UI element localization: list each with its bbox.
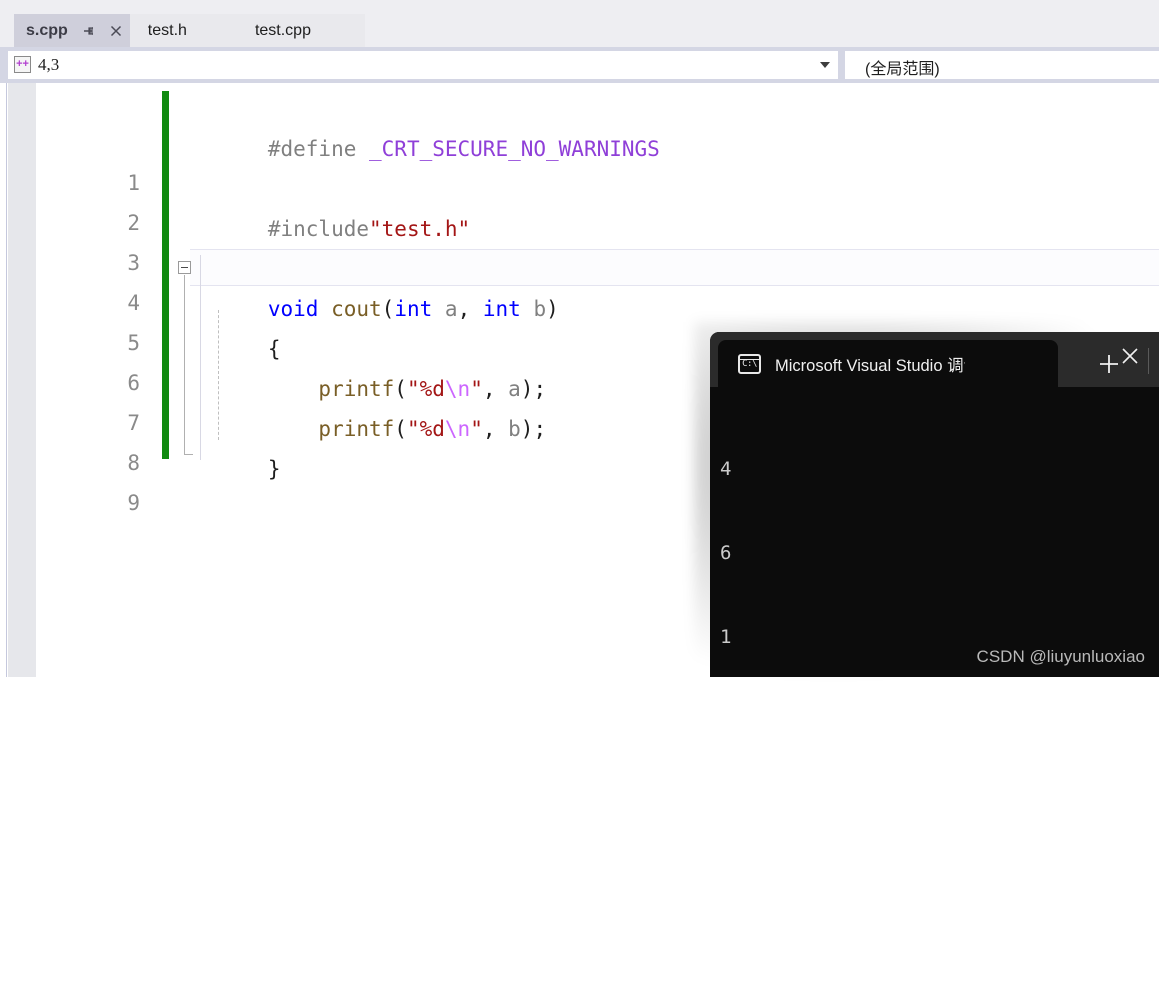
code-line-7: printf("%d\n", a); bbox=[192, 329, 546, 401]
scope-selector[interactable]: ++ 4,3 bbox=[8, 51, 838, 79]
line-number: 7 bbox=[127, 411, 140, 435]
chevron-down-icon[interactable] bbox=[820, 62, 830, 68]
comma: , bbox=[482, 417, 509, 441]
escape-sequence: \n bbox=[444, 417, 471, 441]
cmd-icon: C:\ bbox=[738, 353, 761, 374]
console-tab[interactable]: C:\ Microsoft Visual Studio 调试控 bbox=[718, 340, 1058, 387]
toolbar-divider bbox=[1148, 348, 1149, 374]
global-scope-label: (全局范围) bbox=[865, 61, 940, 78]
param-a: a bbox=[432, 297, 458, 321]
keyword-int: int bbox=[394, 297, 433, 321]
pin-icon[interactable] bbox=[80, 23, 96, 39]
line-number: 5 bbox=[127, 331, 140, 355]
editor-left-rule bbox=[6, 83, 7, 677]
code-line-8: printf("%d\n", b); bbox=[192, 369, 546, 441]
tab-s-cpp[interactable]: s.cpp bbox=[14, 14, 130, 47]
close-icon[interactable] bbox=[108, 23, 124, 39]
tab-test-cpp[interactable]: test.cpp bbox=[244, 14, 365, 47]
code-line-3: #include"test.h" bbox=[192, 169, 470, 241]
debug-console-window[interactable]: C:\ Microsoft Visual Studio 调试控 4 6 1 3 … bbox=[710, 332, 1159, 677]
preprocessor-directive: #include bbox=[267, 217, 370, 241]
unsaved-change-bar bbox=[162, 91, 169, 459]
paren: ( bbox=[381, 297, 395, 321]
statement-end: ); bbox=[520, 417, 547, 441]
macro-name: _CRT_SECURE_NO_WARNINGS bbox=[356, 137, 660, 161]
preprocessor-directive: #define bbox=[267, 137, 357, 161]
line-number: 8 bbox=[127, 451, 140, 475]
paren: ) bbox=[546, 297, 559, 321]
watermark: CSDN @liuyunluoxiao bbox=[976, 647, 1145, 666]
format-string: "%d bbox=[406, 417, 445, 441]
editor-tab-bar: s.cpp test.h test.cpp bbox=[0, 0, 1159, 47]
line-number: 4 bbox=[127, 291, 140, 315]
function-name: cout bbox=[331, 297, 382, 321]
argument-b: b bbox=[508, 417, 521, 441]
plus-icon[interactable] bbox=[1095, 350, 1123, 378]
tab-label: s.cpp bbox=[26, 21, 68, 39]
line-number: 3 bbox=[127, 251, 140, 275]
comma: , bbox=[457, 297, 483, 321]
code-line-5: void cout(int a, int b) bbox=[192, 249, 559, 321]
console-output-area[interactable]: 4 6 1 3 1 3 D:\代码\2024代码\2024code\2024.1… bbox=[710, 387, 1159, 677]
tab-test-h[interactable]: test.h bbox=[129, 14, 245, 47]
keyword-int: int bbox=[482, 297, 521, 321]
console-output-line: 4 bbox=[720, 458, 732, 480]
param-b: b bbox=[520, 297, 547, 321]
collapse-outlining-toggle[interactable] bbox=[178, 261, 191, 274]
code-line-9: } bbox=[192, 409, 281, 481]
line-number: 6 bbox=[127, 371, 140, 395]
scope-value: 4,3 bbox=[38, 55, 60, 74]
line-number: 2 bbox=[127, 211, 140, 235]
console-output-line: 6 bbox=[720, 542, 732, 564]
format-string-end: " bbox=[470, 417, 483, 441]
code-line-1: #define _CRT_SECURE_NO_WARNINGS bbox=[192, 89, 660, 161]
macro-scope-icon: ++ bbox=[14, 56, 31, 73]
tab-label: test.h bbox=[147, 21, 187, 39]
console-tab-title: Microsoft Visual Studio 调试控 bbox=[775, 356, 965, 375]
console-title-bar[interactable]: C:\ Microsoft Visual Studio 调试控 bbox=[710, 332, 1159, 387]
navigation-bar: ++ 4,3 (全局范围) bbox=[0, 47, 1159, 83]
close-brace: } bbox=[267, 457, 281, 481]
line-number-gutter: 1 2 3 4 5 6 7 8 9 bbox=[36, 83, 162, 677]
printf-call: printf bbox=[267, 417, 395, 441]
header-string: "test.h" bbox=[369, 217, 471, 241]
line-number: 1 bbox=[127, 171, 140, 195]
indicator-margin[interactable] bbox=[8, 83, 36, 677]
outlining-vertical-line bbox=[184, 275, 185, 455]
global-scope-selector[interactable]: (全局范围) bbox=[845, 51, 1159, 79]
tab-label: test.cpp bbox=[254, 21, 311, 39]
code-line-6: { bbox=[192, 289, 281, 361]
tab-strip: s.cpp test.h test.cpp bbox=[14, 14, 365, 47]
line-number: 9 bbox=[127, 491, 140, 515]
paren: ( bbox=[394, 417, 407, 441]
